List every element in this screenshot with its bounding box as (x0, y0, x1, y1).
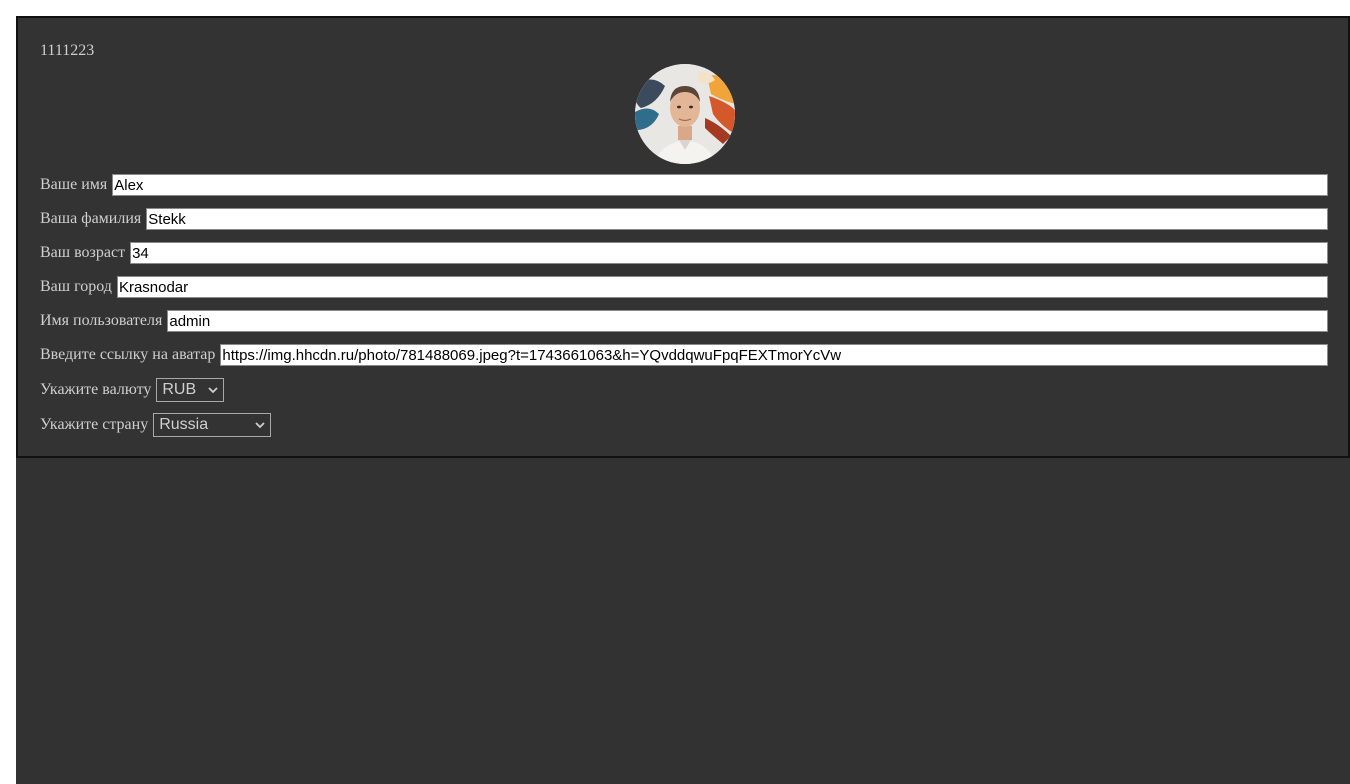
age-row: Ваш возраст (40, 241, 1328, 265)
city-row: Ваш город (40, 275, 1328, 299)
last-name-label: Ваша фамилия (40, 210, 142, 227)
age-label: Ваш возраст (40, 244, 126, 261)
currency-row: Укажите валюту RUB (40, 378, 1328, 402)
user-id: 1111223 (40, 42, 95, 59)
chevron-down-icon (255, 422, 265, 429)
first-name-label: Ваше имя (40, 176, 108, 193)
avatar-image (635, 64, 735, 164)
country-select-value: Russia (159, 416, 209, 433)
country-select[interactable]: Russia (153, 413, 272, 437)
currency-select[interactable]: RUB (156, 378, 225, 402)
username-row: Имя пользователя (40, 309, 1328, 333)
currency-select-value: RUB (162, 381, 197, 398)
profile-panel: 1111223 Ваше имя Ваша фамилия Ваш возр (16, 16, 1350, 458)
age-input[interactable] (130, 242, 1328, 264)
city-label: Ваш город (40, 278, 112, 295)
country-row: Укажите страну Russia (40, 413, 1328, 437)
country-label: Укажите страну (40, 416, 149, 433)
avatar-url-input[interactable] (220, 344, 1328, 366)
currency-label: Укажите валюту (40, 381, 152, 398)
avatar-url-label: Введите ссылку на аватар (40, 346, 216, 363)
avatar (635, 64, 735, 164)
first-name-row: Ваше имя (40, 173, 1328, 197)
page-background (16, 458, 1350, 784)
chevron-down-icon (208, 387, 218, 394)
username-label: Имя пользователя (40, 312, 163, 329)
last-name-row: Ваша фамилия (40, 207, 1328, 231)
avatar-url-row: Введите ссылку на аватар (40, 343, 1328, 367)
city-input[interactable] (116, 276, 1328, 298)
first-name-input[interactable] (112, 174, 1328, 196)
last-name-input[interactable] (146, 208, 1328, 230)
username-input[interactable] (167, 310, 1328, 332)
